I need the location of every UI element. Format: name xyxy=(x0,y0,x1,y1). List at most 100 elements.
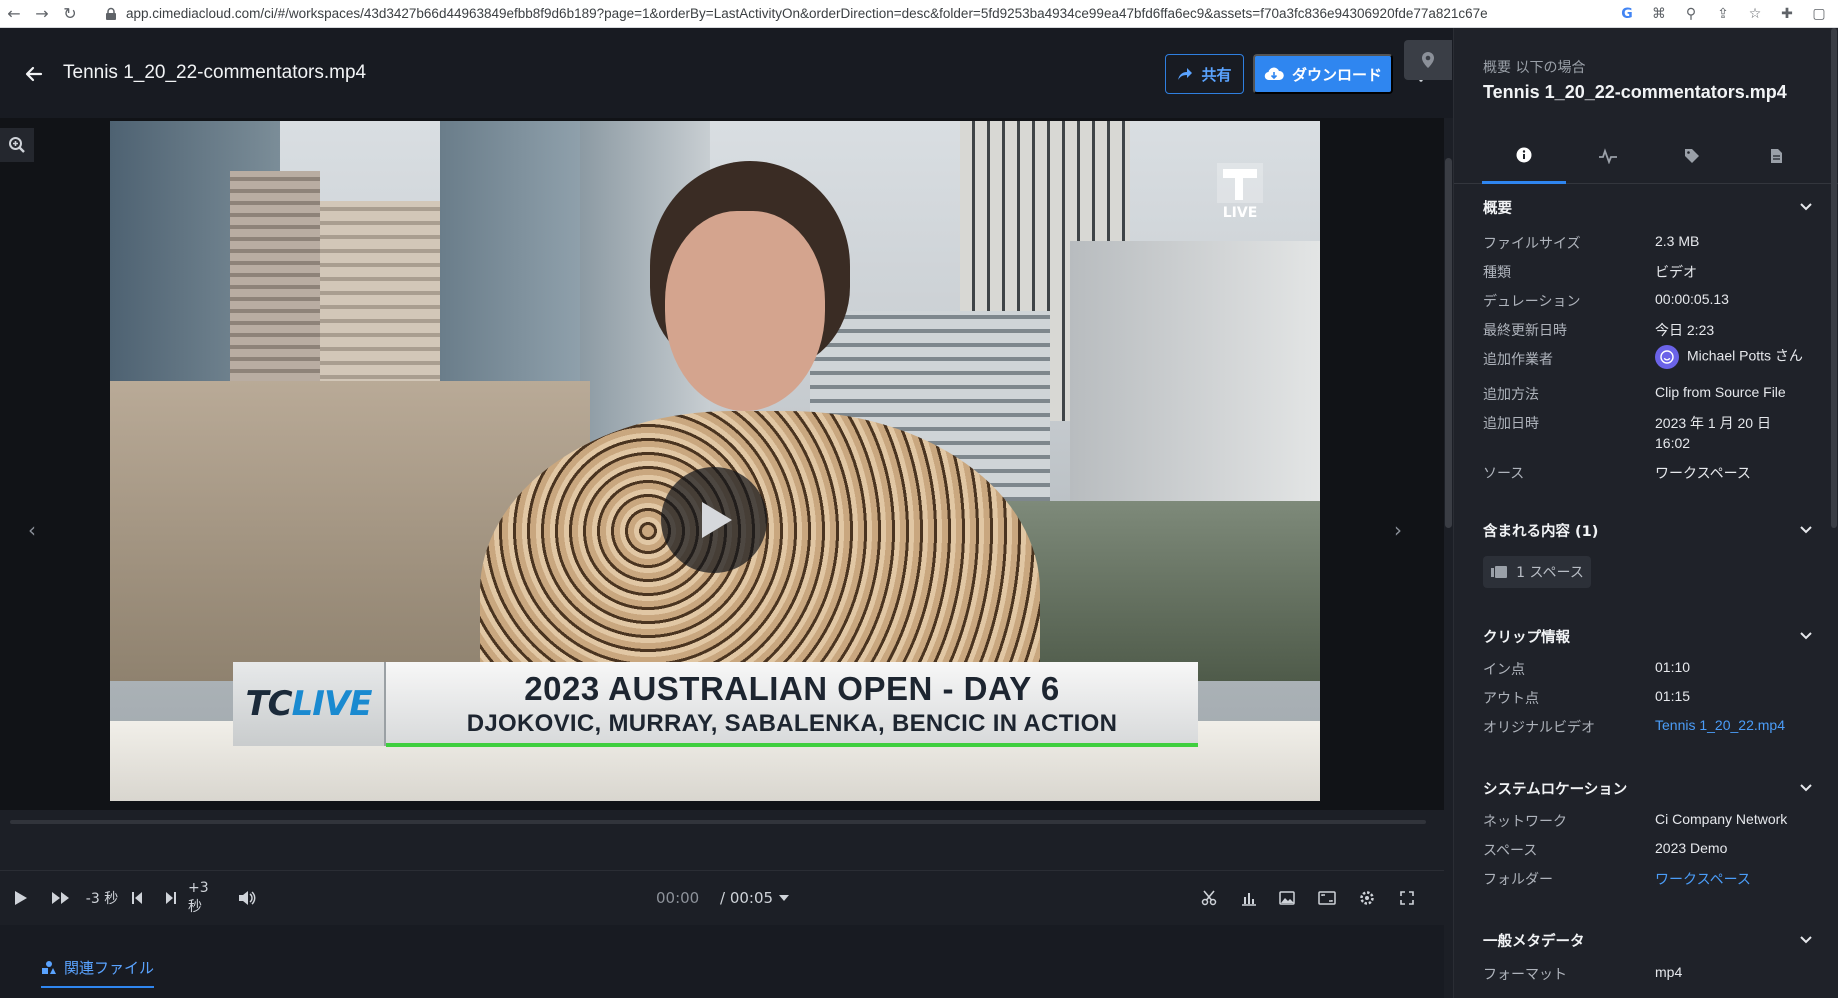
pulse-icon xyxy=(1599,148,1617,164)
play-button[interactable] xyxy=(10,886,32,910)
map-pin-icon xyxy=(1422,52,1434,68)
extensions-icon[interactable]: ✚ xyxy=(1776,3,1798,25)
overview-header[interactable]: 概要 xyxy=(1483,195,1813,219)
panel-scrollbar[interactable] xyxy=(1830,28,1838,998)
timeline-scrubber[interactable] xyxy=(10,820,1426,824)
share-button[interactable]: 共有 xyxy=(1165,54,1244,94)
bottom-tab-bar: 関連ファイル xyxy=(0,925,1444,998)
share-page-icon[interactable]: ⇪ xyxy=(1712,3,1734,25)
thumbnail-button[interactable] xyxy=(1276,886,1298,910)
zoom-button[interactable] xyxy=(0,128,34,162)
chevron-down-icon xyxy=(1800,632,1812,640)
main-scrollbar[interactable] xyxy=(1444,118,1453,998)
channel-live-badge: LIVE xyxy=(1210,161,1270,233)
browser-forward-icon[interactable]: → xyxy=(28,0,56,28)
bookmark-star-icon[interactable]: ☆ xyxy=(1744,3,1766,25)
download-button[interactable]: ダウンロード xyxy=(1253,54,1393,94)
clip-info-section: クリップ情報 イン点 01:10 アウト点 01:15 オリジナルビデオ Ten… xyxy=(1483,624,1813,736)
banner-accent-bar xyxy=(386,743,1198,747)
window-icon[interactable]: ▢ xyxy=(1808,3,1830,25)
fullscreen-button[interactable] xyxy=(1396,886,1418,910)
original-video-link[interactable]: Tennis 1_20_22.mp4 xyxy=(1655,717,1785,733)
overview-value: 00:00:05.13 xyxy=(1655,291,1729,307)
space-chip-label: 1 スペース xyxy=(1516,565,1584,581)
settings-button[interactable] xyxy=(1356,886,1378,910)
folder-link[interactable]: ワークスペース xyxy=(1655,869,1751,889)
step-forward-button[interactable] xyxy=(162,886,180,910)
contents-section: 含まれる内容 (1) 1 スペース xyxy=(1483,518,1813,598)
tab-related-files-label: 関連ファイル xyxy=(64,959,155,977)
clip-label: オリジナルビデオ xyxy=(1483,720,1595,736)
space-chip[interactable]: 1 スペース xyxy=(1483,556,1591,588)
play-overlay-button[interactable] xyxy=(661,467,767,573)
panel-tabs xyxy=(1454,128,1838,184)
metadata-label: フォーマット xyxy=(1483,967,1567,983)
volume-button[interactable] xyxy=(236,886,258,910)
app-header: Tennis 1_20_22-commentators.mp4 共有 ダウンロー… xyxy=(0,28,1453,118)
info-icon xyxy=(1516,147,1532,162)
tab-related-files[interactable]: 関連ファイル xyxy=(41,957,155,988)
main-scrollbar-thumb[interactable] xyxy=(1445,158,1452,528)
file-title: Tennis 1_20_22-commentators.mp4 xyxy=(63,62,367,83)
google-icon[interactable]: G xyxy=(1616,3,1638,25)
forward-3s-button[interactable]: +3 秒 xyxy=(188,880,226,915)
scissors-icon xyxy=(1201,890,1217,906)
aspect-button[interactable] xyxy=(1316,886,1338,910)
share-button-label: 共有 xyxy=(1201,66,1232,84)
back-arrow-icon[interactable] xyxy=(24,64,44,84)
fast-forward-button[interactable] xyxy=(48,886,74,910)
location-label: ネットワーク xyxy=(1483,814,1567,830)
waveform-button[interactable] xyxy=(1238,886,1260,910)
video-frame[interactable]: LIVE TC LIVE 2023 AUSTRALIAN OPEN - DAY 6… xyxy=(110,121,1320,801)
overview-value: ワークスペース xyxy=(1655,465,1751,481)
banner-headline: 2023 AUSTRALIAN OPEN - DAY 6 xyxy=(524,670,1060,707)
location-marker-button[interactable] xyxy=(1404,40,1452,80)
general-metadata-heading: 一般メタデータ xyxy=(1483,933,1585,950)
step-back-icon xyxy=(132,892,142,904)
added-by-user[interactable]: Michael Potts さん xyxy=(1655,345,1803,369)
step-back-button[interactable] xyxy=(128,886,146,910)
shapes-icon xyxy=(42,961,56,974)
tab-tags[interactable] xyxy=(1650,128,1734,184)
logo-tc-text: TC xyxy=(245,684,292,724)
total-duration-dropdown[interactable]: / 00:05 xyxy=(720,889,790,907)
previous-asset-arrow[interactable]: ‹ xyxy=(24,518,40,542)
lower-third-banner: TC LIVE 2023 AUSTRALIAN OPEN - DAY 6 DJOK… xyxy=(233,662,1198,746)
address-bar[interactable]: app.cimediacloud.com/ci/#/workspaces/43d… xyxy=(104,0,1544,28)
location-label: フォルダー xyxy=(1483,872,1553,888)
translate-icon[interactable]: ⌘ xyxy=(1648,3,1670,25)
location-label: スペース xyxy=(1483,843,1538,859)
panel-scrollbar-thumb[interactable] xyxy=(1831,28,1837,528)
browser-reload-icon[interactable]: ↻ xyxy=(56,0,84,28)
details-panel: 概要 以下の場合 Tennis 1_20_22-commentators.mp4… xyxy=(1453,28,1838,998)
location-value: 2023 Demo xyxy=(1655,840,1728,856)
rewind-3s-button[interactable]: -3 秒 xyxy=(84,886,120,910)
general-metadata-header[interactable]: 一般メタデータ xyxy=(1483,928,1813,952)
step-forward-icon xyxy=(166,892,176,904)
clip-label: イン点 xyxy=(1483,662,1525,678)
clip-label: アウト点 xyxy=(1483,691,1539,707)
clip-info-header[interactable]: クリップ情報 xyxy=(1483,624,1813,648)
zoom-icon[interactable]: ⚲ xyxy=(1680,3,1702,25)
aspect-ratio-icon xyxy=(1318,891,1336,905)
caret-down-icon xyxy=(779,895,790,901)
overview-label: デュレーション xyxy=(1483,294,1581,310)
tab-document[interactable] xyxy=(1734,128,1818,184)
zoom-in-icon xyxy=(9,137,25,153)
clip-button[interactable] xyxy=(1198,886,1220,910)
channel-logo-icon xyxy=(1217,163,1263,203)
contents-header[interactable]: 含まれる内容 (1) xyxy=(1483,518,1813,542)
panel-subtitle: 概要 以下の場合 xyxy=(1483,60,1586,76)
system-location-heading: システムロケーション xyxy=(1483,781,1628,798)
next-asset-arrow[interactable]: › xyxy=(1390,518,1406,542)
overview-value: ビデオ xyxy=(1655,264,1697,280)
download-button-label: ダウンロード xyxy=(1291,66,1382,84)
panel-title: Tennis 1_20_22-commentators.mp4 xyxy=(1483,82,1787,102)
tab-info[interactable] xyxy=(1482,128,1566,184)
browser-back-icon[interactable]: ← xyxy=(0,0,28,28)
overview-section: 概要 ファイルサイズ 2.3 MB 種類 ビデオ デュレーション 00:00:0… xyxy=(1483,195,1813,482)
added-by-name: Michael Potts さん xyxy=(1687,347,1803,364)
tab-activity[interactable] xyxy=(1566,128,1650,184)
system-location-header[interactable]: システムロケーション xyxy=(1483,776,1813,800)
overview-label: 追加作業者 xyxy=(1483,352,1553,368)
